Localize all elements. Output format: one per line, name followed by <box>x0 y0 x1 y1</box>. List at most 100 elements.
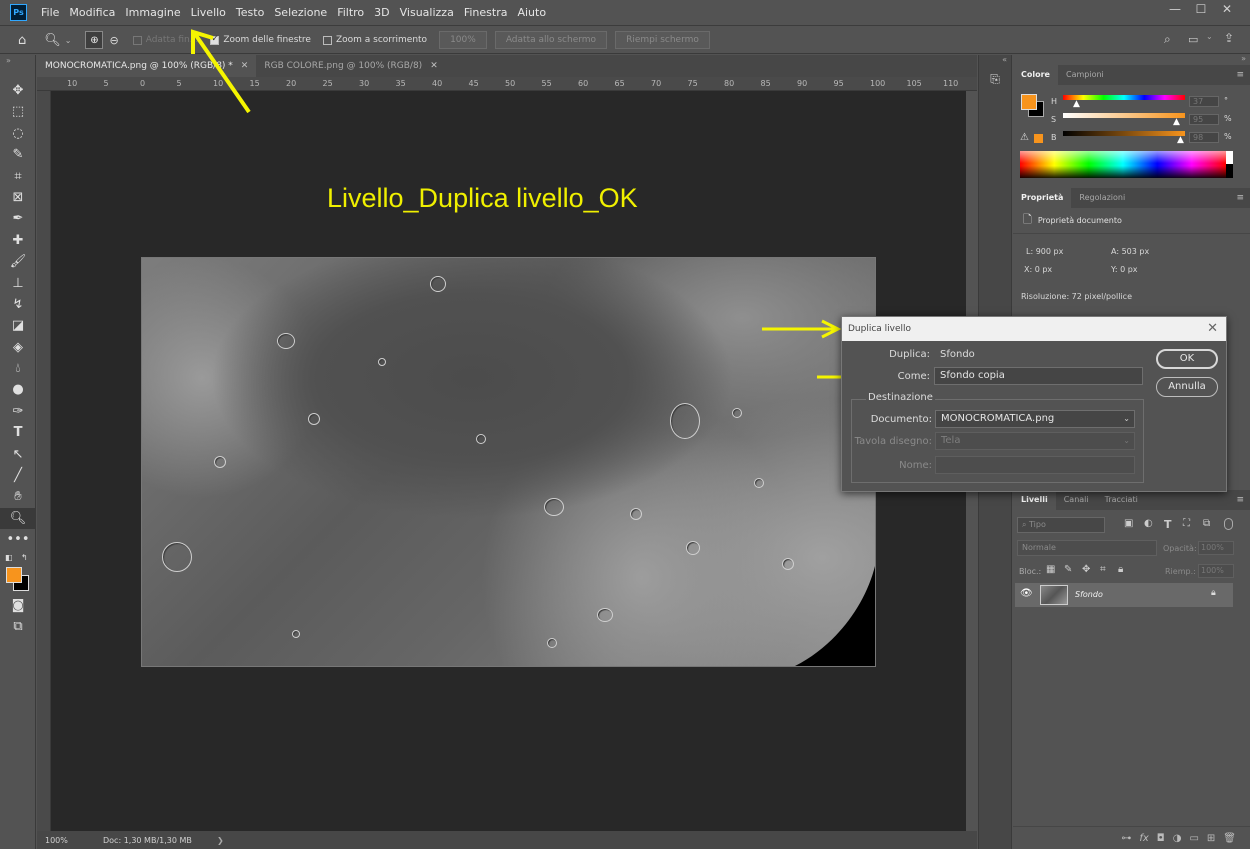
move-tool-icon[interactable]: ✥ <box>0 80 36 101</box>
more-tools-icon[interactable]: ••• <box>0 529 36 550</box>
menu-file[interactable]: File <box>41 6 59 19</box>
come-input[interactable]: Sfondo copia <box>934 367 1143 385</box>
black-ramp[interactable] <box>1226 164 1233 178</box>
eye-icon[interactable]: 👁︎ <box>1020 588 1033 599</box>
zoom-in-icon[interactable]: ⊕ <box>85 31 104 49</box>
workspace-icon[interactable]: ▭ <box>1188 33 1198 46</box>
panel-collapse-icon[interactable]: » <box>1013 55 1250 65</box>
opacity-input[interactable]: 100% <box>1198 541 1234 555</box>
menu-3d[interactable]: 3D <box>374 6 389 19</box>
marquee-tool-icon[interactable]: ⬚ <box>0 101 36 122</box>
menu-aiuto[interactable]: Aiuto <box>517 6 546 19</box>
layer-name[interactable]: Sfondo <box>1075 590 1103 599</box>
blur-tool-icon[interactable]: 💧︎ <box>0 358 36 379</box>
zoom-scorrimento-checkbox[interactable]: Zoom a scorrimento <box>322 35 427 45</box>
tab-canali[interactable]: Canali <box>1056 490 1097 510</box>
menu-modifica[interactable]: Modifica <box>69 6 115 19</box>
white-ramp[interactable] <box>1226 151 1233 164</box>
close-window-button[interactable]: ✕ <box>1214 0 1240 18</box>
brightness-handle[interactable]: ▲ <box>1177 135 1184 145</box>
dodge-tool-icon[interactable]: ● <box>0 379 36 400</box>
riempi-schermo-button[interactable]: Riempi schermo <box>615 31 710 49</box>
menu-filtro[interactable]: Filtro <box>337 6 364 19</box>
annulla-button[interactable]: Annulla <box>1156 377 1218 397</box>
tab-colore[interactable]: Colore <box>1013 65 1058 85</box>
paint-bucket-tool-icon[interactable]: ◈ <box>0 337 36 358</box>
eraser-tool-icon[interactable]: ◪ <box>0 315 36 336</box>
blend-mode-select[interactable]: Normale <box>1017 540 1157 556</box>
menu-testo[interactable]: Testo <box>236 6 264 19</box>
menu-selezione[interactable]: Selezione <box>274 6 327 19</box>
doc-y[interactable]: Y: 0 px <box>1111 265 1138 274</box>
lock-transparency-icon[interactable]: ▦ <box>1046 564 1055 575</box>
filter-type-icon[interactable]: T <box>1164 518 1172 531</box>
link-layers-icon[interactable]: ⊶ <box>1121 833 1131 844</box>
color-fg-swatch[interactable] <box>1021 94 1037 110</box>
layer-row-sfondo[interactable]: 👁︎ Sfondo 🔒︎ <box>1015 583 1233 607</box>
healing-brush-tool-icon[interactable]: ✚ <box>0 230 36 251</box>
status-menu-arrow[interactable]: ❯ <box>217 836 224 845</box>
brush-tool-icon[interactable]: 🖌︎ <box>0 251 36 272</box>
documento-select[interactable]: MONOCROMATICA.png ⌄ <box>935 410 1135 428</box>
search-icon[interactable]: ⌕ <box>1164 32 1171 47</box>
doc-height[interactable]: A: 503 px <box>1111 247 1149 256</box>
lock-all-icon[interactable]: 🔒︎ <box>1118 564 1123 575</box>
maximize-button[interactable]: ☐ <box>1188 0 1214 18</box>
close-tab-icon[interactable]: ✕ <box>430 55 438 77</box>
tab-rgb-colore[interactable]: RGB COLORE.png @ 100% (RGB/8) ✕ <box>256 55 445 77</box>
hand-tool-icon[interactable]: ✋︎ <box>0 486 36 507</box>
zoom-percent-button[interactable]: 100% <box>439 31 487 49</box>
collapse-icon[interactable]: » <box>0 55 35 80</box>
zoom-readout[interactable]: 100% <box>45 836 103 845</box>
panel-menu-icon[interactable]: ≡ <box>1236 70 1244 80</box>
nome-input[interactable] <box>935 456 1135 474</box>
zoom-tool-active-icon[interactable]: 🔍︎ <box>0 507 36 530</box>
tab-regolazioni[interactable]: Regolazioni <box>1071 188 1133 208</box>
new-group-icon[interactable]: ▭ <box>1189 833 1198 844</box>
path-selection-tool-icon[interactable]: ↖ <box>0 444 36 465</box>
zoom-tool-icon[interactable]: 🔍︎ <box>44 33 61 48</box>
filter-adjustment-icon[interactable]: ◐ <box>1144 518 1153 529</box>
tab-campioni[interactable]: Campioni <box>1058 65 1112 85</box>
eyedropper-tool-icon[interactable]: ✒ <box>0 208 36 229</box>
panel-menu-icon[interactable]: ≡ <box>1236 193 1244 203</box>
saturation-value[interactable]: 95 <box>1189 114 1219 125</box>
layer-filter-select[interactable]: ⌕ Tipo <box>1017 517 1105 533</box>
filter-shape-icon[interactable]: ⛶ <box>1183 518 1190 529</box>
type-tool-icon[interactable]: T <box>0 422 36 443</box>
clone-stamp-tool-icon[interactable]: ⊥ <box>0 273 36 294</box>
color-spectrum-ramp[interactable] <box>1020 151 1226 178</box>
share-icon[interactable]: ⇪ <box>1224 31 1234 45</box>
hue-handle[interactable]: ▲ <box>1073 99 1080 109</box>
menu-immagine[interactable]: Immagine <box>125 6 180 19</box>
tavola-select[interactable]: Tela ⌄ <box>935 432 1135 450</box>
home-icon[interactable]: ⌂ <box>18 33 26 48</box>
menu-livello[interactable]: Livello <box>191 6 226 19</box>
adatta-schermo-button[interactable]: Adatta allo schermo <box>494 31 608 49</box>
lock-artboard-icon[interactable]: ⌗ <box>1100 564 1106 575</box>
hue-value[interactable]: 37 <box>1189 96 1219 107</box>
workspace-chevron-icon[interactable]: ⌄ <box>1206 32 1213 41</box>
quick-selection-tool-icon[interactable]: ✎ <box>0 144 36 165</box>
doc-x[interactable]: X: 0 px <box>1024 265 1052 274</box>
filter-smart-object-icon[interactable]: ⧉ <box>1203 518 1210 529</box>
close-icon[interactable]: ✕ <box>1207 317 1218 341</box>
frame-tool-icon[interactable]: ⊠ <box>0 187 36 208</box>
brightness-value[interactable]: 98 <box>1189 132 1219 143</box>
tab-proprieta[interactable]: Proprietà <box>1013 188 1072 208</box>
add-mask-icon[interactable]: ◘ <box>1157 833 1165 844</box>
filter-toggle[interactable] <box>1224 518 1233 530</box>
saturation-handle[interactable]: ▲ <box>1173 117 1180 127</box>
history-brush-tool-icon[interactable]: ↯ <box>0 294 36 315</box>
foreground-color-swatch[interactable] <box>6 566 22 583</box>
fill-input[interactable]: 100% <box>1198 564 1234 578</box>
swap-colors-icon[interactable]: ↰ <box>21 553 28 562</box>
hue-slider[interactable] <box>1063 95 1185 100</box>
lock-position-icon[interactable]: ✥ <box>1082 564 1090 575</box>
chevron-down-icon[interactable]: ⌄ <box>65 36 72 45</box>
line-tool-icon[interactable]: ╱ <box>0 465 36 486</box>
zoom-out-icon[interactable]: ⊖ <box>109 34 118 47</box>
tab-livelli[interactable]: Livelli <box>1013 490 1056 510</box>
new-layer-icon[interactable]: ⊞ <box>1207 833 1215 844</box>
filter-pixel-icon[interactable]: ▣ <box>1124 518 1133 529</box>
